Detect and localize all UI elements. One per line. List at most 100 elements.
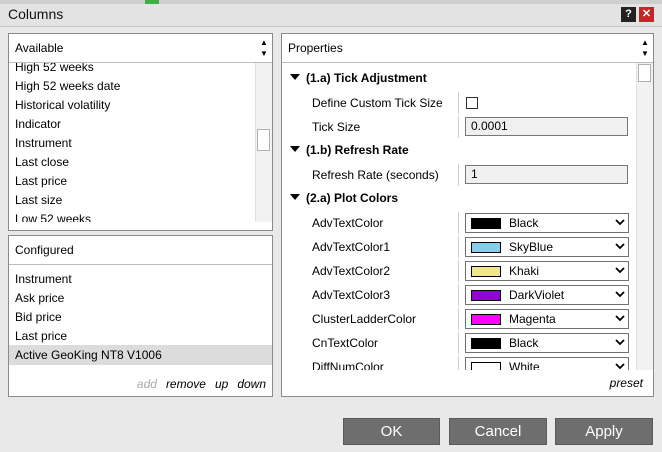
properties-sort-spinner[interactable]: ▲ ▼: [639, 37, 651, 59]
property-label: ClusterLadderColor: [312, 312, 417, 326]
column-divider: [458, 116, 459, 138]
column-divider: [458, 236, 459, 258]
category-tick-adjustment[interactable]: (1.a) Tick Adjustment: [282, 67, 637, 91]
list-item[interactable]: Instrument: [15, 270, 72, 289]
property-label: Tick Size: [312, 120, 361, 134]
list-item[interactable]: Last price: [15, 172, 67, 191]
chevron-down-icon[interactable]: [615, 336, 625, 348]
category-plot-colors[interactable]: (2.a) Plot Colors: [282, 187, 637, 211]
title-bar[interactable]: Columns ? ✕: [0, 4, 662, 27]
property-grid: (1.a) Tick Adjustment Define Custom Tick…: [282, 63, 637, 370]
available-title: Available: [15, 41, 64, 55]
list-item[interactable]: High 52 weeks: [15, 63, 94, 77]
property-label: CnTextColor: [312, 336, 379, 350]
close-button[interactable]: ✕: [639, 7, 654, 22]
up-link[interactable]: up: [215, 377, 228, 391]
refresh-rate-input[interactable]: 1: [465, 165, 628, 184]
list-item[interactable]: Last close: [15, 153, 69, 172]
list-item[interactable]: Indicator: [15, 115, 61, 134]
color-select[interactable]: Khaki: [465, 261, 629, 281]
help-button[interactable]: ?: [621, 7, 636, 22]
down-arrow-icon[interactable]: ▼: [641, 49, 649, 58]
property-row: Refresh Rate (seconds) 1: [282, 163, 637, 187]
scrollbar-thumb[interactable]: [638, 64, 651, 82]
available-scrollbar[interactable]: [255, 63, 272, 222]
color-name: Black: [509, 216, 539, 230]
column-divider: [458, 332, 459, 354]
color-select[interactable]: Magenta: [465, 309, 629, 329]
property-row: DiffNumColor White: [282, 355, 637, 370]
color-swatch: [471, 266, 501, 277]
window-title: Columns: [8, 6, 64, 22]
property-row: Define Custom Tick Size: [282, 91, 637, 115]
cancel-button[interactable]: Cancel: [449, 418, 547, 445]
column-divider: [458, 284, 459, 306]
category-label: (1.b) Refresh Rate: [306, 143, 409, 157]
define-custom-tick-size-checkbox[interactable]: [466, 97, 478, 109]
properties-scrollbar[interactable]: [636, 63, 653, 370]
list-item[interactable]: Historical volatility: [15, 96, 110, 115]
list-item[interactable]: Low 52 weeks: [15, 210, 91, 222]
collapse-arrow-icon[interactable]: [290, 194, 300, 200]
color-select[interactable]: SkyBlue: [465, 237, 629, 257]
property-label: AdvTextColor1: [312, 240, 391, 254]
configured-panel: Configured Instrument Ask price Bid pric…: [8, 235, 273, 397]
available-header: Available ▲ ▼: [9, 34, 272, 63]
sort-spinner[interactable]: ▲ ▼: [258, 37, 270, 59]
chevron-down-icon[interactable]: [615, 312, 625, 324]
tick-size-input[interactable]: 0.0001: [465, 117, 628, 136]
color-name: Magenta: [509, 312, 556, 326]
chevron-down-icon[interactable]: [615, 360, 625, 370]
up-arrow-icon[interactable]: ▲: [641, 38, 649, 47]
down-arrow-icon[interactable]: ▼: [260, 49, 268, 58]
scrollbar-thumb[interactable]: [257, 129, 270, 151]
chevron-down-icon[interactable]: [615, 240, 625, 252]
column-divider: [458, 164, 459, 186]
columns-dialog: Columns ? ✕ Available ▲ ▼ High 52 weeks H…: [0, 4, 662, 452]
color-select[interactable]: DarkViolet: [465, 285, 629, 305]
remove-link[interactable]: remove: [166, 377, 206, 391]
apply-button[interactable]: Apply: [555, 418, 653, 445]
collapse-arrow-icon[interactable]: [290, 74, 300, 80]
column-divider: [458, 308, 459, 330]
category-label: (1.a) Tick Adjustment: [306, 71, 427, 85]
property-row: AdvTextColor3 DarkViolet: [282, 283, 637, 307]
property-row: AdvTextColor Black: [282, 211, 637, 235]
down-link[interactable]: down: [237, 377, 266, 391]
list-item[interactable]: Last size: [15, 191, 62, 210]
category-refresh-rate[interactable]: (1.b) Refresh Rate: [282, 139, 637, 163]
property-label: AdvTextColor: [312, 216, 384, 230]
chevron-down-icon[interactable]: [615, 216, 625, 228]
column-divider: [458, 212, 459, 234]
chevron-down-icon[interactable]: [615, 264, 625, 276]
list-item[interactable]: Last price: [15, 327, 67, 346]
ok-button[interactable]: OK: [343, 418, 440, 445]
color-swatch: [471, 218, 501, 229]
list-item[interactable]: Instrument: [15, 134, 72, 153]
preset-link[interactable]: preset: [610, 376, 643, 390]
property-row: Tick Size 0.0001: [282, 115, 637, 139]
color-swatch: [471, 242, 501, 253]
available-list[interactable]: High 52 weeks High 52 weeks date Histori…: [9, 63, 272, 222]
list-item[interactable]: Ask price: [15, 289, 64, 308]
available-panel: Available ▲ ▼ High 52 weeks High 52 weeks…: [8, 33, 273, 231]
property-row: CnTextColor Black: [282, 331, 637, 355]
configured-list[interactable]: Instrument Ask price Bid price Last pric…: [9, 265, 272, 369]
list-item-selected[interactable]: Active GeoKing NT8 V1006: [15, 346, 162, 365]
chevron-down-icon[interactable]: [615, 288, 625, 300]
list-item[interactable]: High 52 weeks date: [15, 77, 120, 96]
color-select[interactable]: White: [465, 357, 629, 370]
property-label: DiffNumColor: [312, 360, 384, 370]
up-arrow-icon[interactable]: ▲: [260, 38, 268, 47]
color-select[interactable]: Black: [465, 213, 629, 233]
color-swatch: [471, 338, 501, 349]
property-label: AdvTextColor2: [312, 264, 391, 278]
configured-title: Configured: [15, 243, 74, 257]
property-label: AdvTextColor3: [312, 288, 391, 302]
color-name: DarkViolet: [509, 288, 565, 302]
color-select[interactable]: Black: [465, 333, 629, 353]
list-item[interactable]: Bid price: [15, 308, 62, 327]
column-divider: [458, 356, 459, 370]
collapse-arrow-icon[interactable]: [290, 146, 300, 152]
color-name: SkyBlue: [509, 240, 554, 254]
